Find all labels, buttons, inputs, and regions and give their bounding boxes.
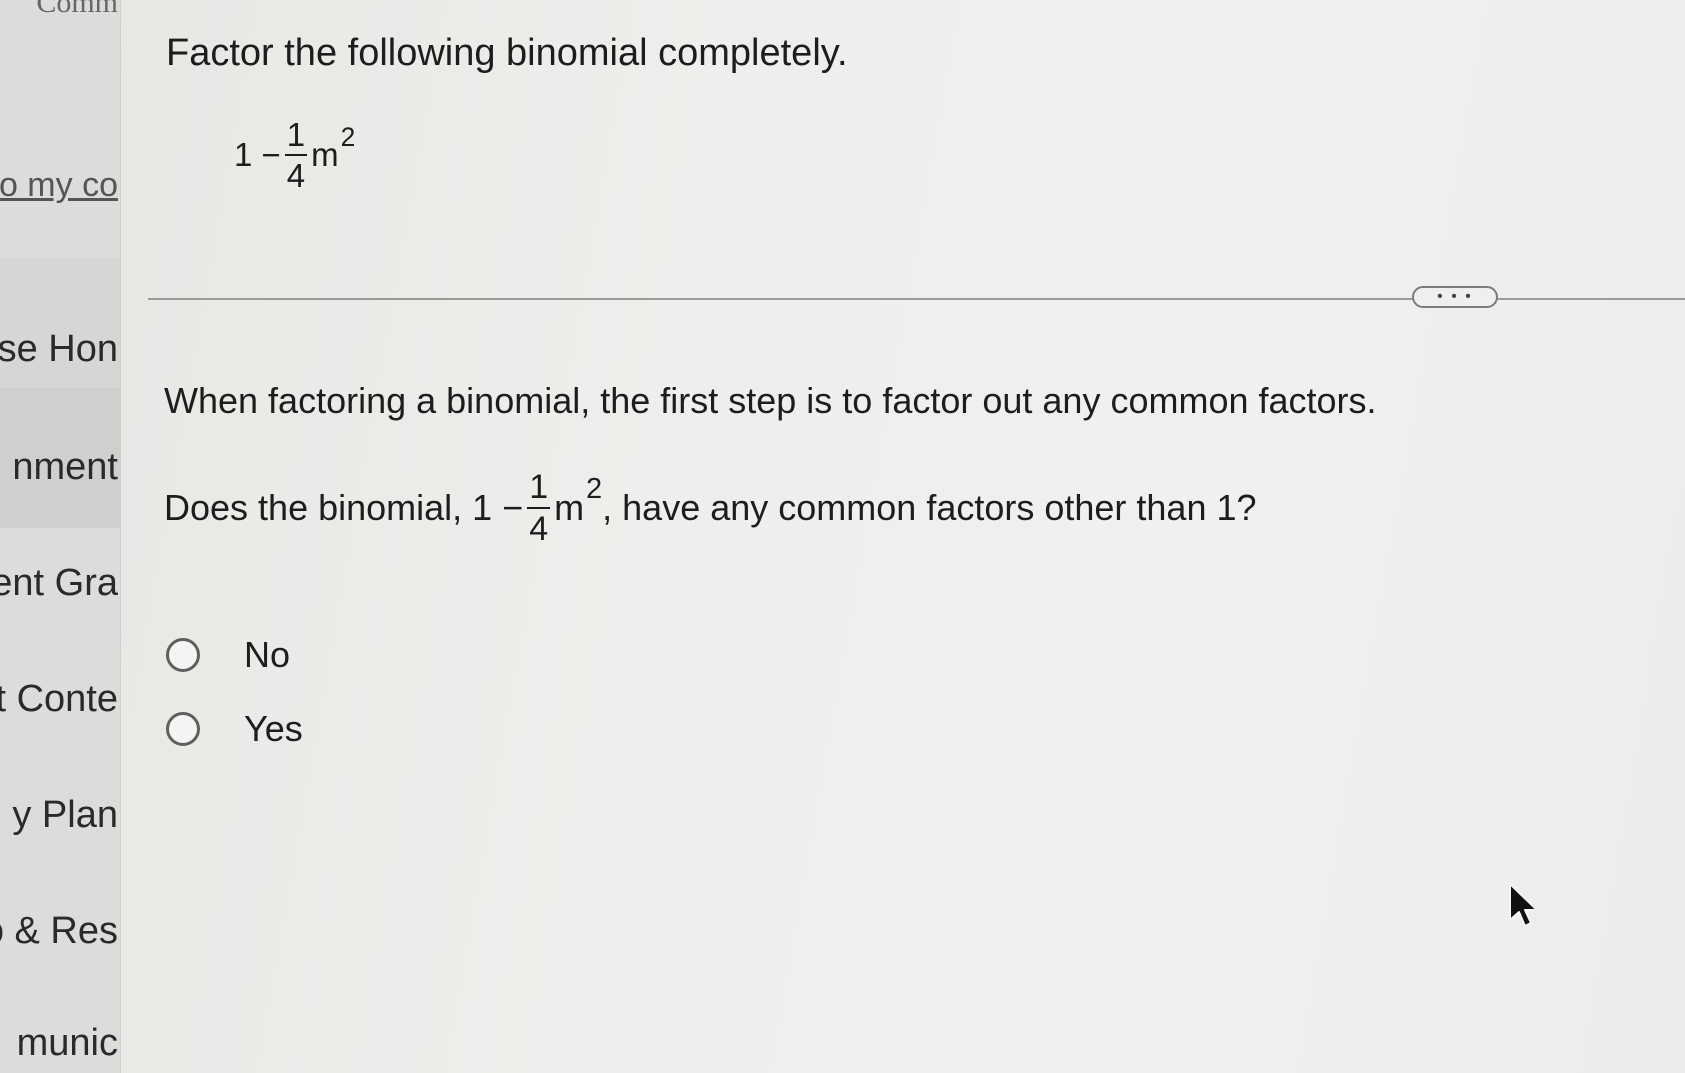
radio-no[interactable] [166, 638, 200, 672]
sidebar-item-gradebook[interactable]: ent Gra [0, 562, 118, 605]
sidebar-item-content[interactable]: t Conte [0, 678, 118, 721]
question-fraction: 1 4 [527, 468, 551, 546]
mouse-pointer-icon [1509, 883, 1538, 927]
expression-variable: m [311, 136, 339, 173]
sidebar-item-communication[interactable]: munic [17, 1022, 118, 1065]
expression-exponent: 2 [340, 122, 356, 153]
question-after: , have any common factors other than 1? [602, 487, 1257, 528]
sidebar-item-assignments[interactable]: nment [12, 446, 118, 489]
question-fraction-numerator: 1 [529, 468, 549, 506]
radio-yes[interactable] [166, 712, 200, 746]
question-variable: m [554, 487, 585, 528]
question-exponent: 2 [586, 472, 603, 505]
answer-option-no[interactable]: No [166, 634, 290, 676]
answer-option-yes[interactable]: Yes [166, 708, 303, 750]
problem-expression: 1 − 1 4 m 2 [234, 118, 355, 192]
question-panel: Factor the following binomial completely… [120, 0, 1685, 1073]
course-sidebar: Comm o my co se Hon nment ent Gra t Cont… [0, 0, 121, 1073]
fraction-numerator: 1 [286, 116, 306, 153]
question-text: Does the binomial, 1 − 1 4 m 2 , have an… [164, 470, 1257, 546]
option-label-yes: Yes [244, 708, 303, 749]
option-label-no: No [244, 634, 291, 675]
question-before: Does the binomial, 1 − [164, 487, 524, 528]
hint-text: When factoring a binomial, the first ste… [164, 380, 1377, 421]
sidebar-item-my-courses[interactable]: o my co [0, 166, 118, 205]
sidebar-item-tools-resources[interactable]: o & Res [0, 910, 118, 953]
fraction-denominator: 4 [284, 154, 308, 192]
sidebar-item-study-plan[interactable]: y Plan [12, 794, 118, 837]
expression-fraction: 1 4 [284, 116, 308, 192]
expression-lead: 1 − [234, 136, 281, 173]
sidebar-item-course-home[interactable]: se Hon [0, 328, 118, 371]
sidebar-item-course-top[interactable]: Comm [36, 0, 118, 20]
problem-instruction: Factor the following binomial completely… [166, 32, 848, 74]
expand-more-button[interactable]: • • • [1412, 286, 1498, 308]
question-fraction-denominator: 4 [527, 507, 551, 546]
